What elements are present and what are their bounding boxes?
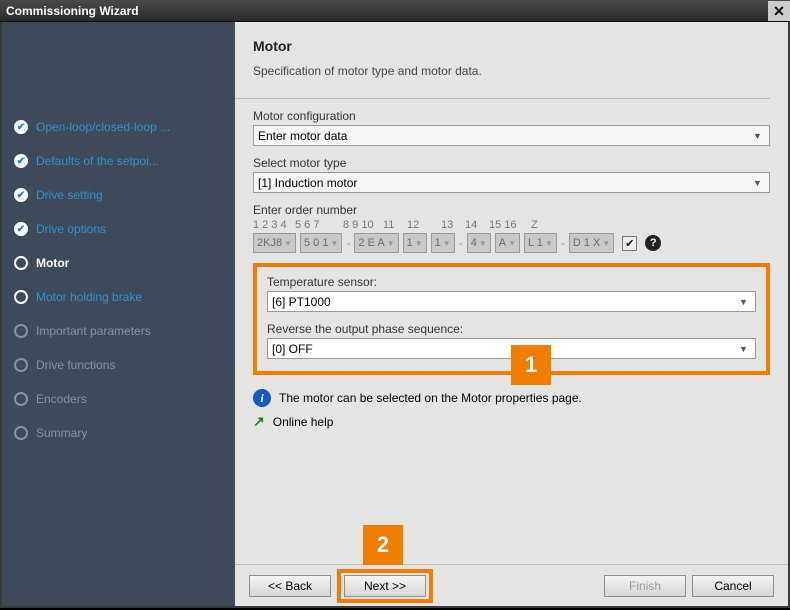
order-header-10 (521, 219, 527, 231)
order-headers: 1 2 3 4 5 6 7 8 9 10 11 12 13 14 15 16 Z (253, 219, 770, 231)
sidebar-step-label: Open-loop/closed-loop ... (36, 120, 170, 134)
temp-sensor-select[interactable]: [6] PT1000 ▼ (267, 291, 756, 312)
motor-type-select[interactable]: [1] Induction motor ▼ (253, 172, 770, 193)
circle-icon (14, 392, 28, 406)
order-header-0: 1 2 3 4 (253, 219, 291, 231)
motor-type-label: Select motor type (253, 156, 770, 170)
next-button[interactable]: Next >> (344, 575, 426, 597)
order-header-3: 8 9 10 (343, 219, 379, 231)
cancel-button[interactable]: Cancel (692, 575, 774, 597)
sidebar-step-label: Motor (36, 256, 69, 270)
order-header-7: 13 (441, 219, 461, 231)
finish-button: Finish (604, 575, 686, 597)
sidebar-step-label: Drive setting (36, 188, 103, 202)
sidebar-step-9: Summary (2, 416, 235, 450)
dash: - (346, 236, 350, 250)
circle-icon (14, 426, 28, 440)
motor-config-label: Motor configuration (253, 109, 770, 123)
check-icon: ✔ (14, 222, 28, 236)
motor-config-value: Enter motor data (258, 129, 347, 143)
highlight-box-2: 2 Next >> (337, 569, 433, 603)
order-header-1: 5 6 7 (295, 219, 329, 231)
sidebar-step-2[interactable]: ✔ Drive setting (2, 178, 235, 212)
sidebar-step-label: Defaults of the setpoi... (36, 154, 159, 168)
page-subtitle: Specification of motor type and motor da… (253, 64, 770, 78)
sidebar-step-label: Drive options (36, 222, 106, 236)
arrow-icon: ↗ (253, 413, 265, 430)
reverse-value: [0] OFF (272, 342, 313, 356)
order-number-row: 2KJ8▼5 0 1▼-2 E A▼1▼1▼-4▼A▼L 1▼-D 1 X▼✔? (253, 233, 770, 253)
sidebar-step-label: Summary (36, 426, 87, 440)
sidebar-step-6: Important parameters (2, 314, 235, 348)
order-cell-9[interactable]: L 1▼ (524, 233, 557, 253)
titlebar: Commissioning Wizard ✕ (0, 0, 790, 22)
info-icon: i (253, 389, 271, 407)
divider (235, 98, 770, 99)
info-row: i The motor can be selected on the Motor… (253, 389, 770, 407)
order-header-6 (431, 219, 437, 231)
online-help-link[interactable]: ↗ Online help (253, 413, 770, 430)
sidebar: ✔ Open-loop/closed-loop ... ✔ Defaults of t… (2, 22, 235, 606)
dash: - (459, 236, 463, 250)
sidebar-step-label: Drive functions (36, 358, 115, 372)
motor-type-value: [1] Induction motor (258, 176, 357, 190)
order-header-5: 12 (407, 219, 427, 231)
check-icon: ✔ (14, 120, 28, 134)
chevron-down-icon: ▼ (736, 344, 751, 354)
wizard-body: ✔ Open-loop/closed-loop ... ✔ Defaults of t… (0, 22, 790, 608)
chevron-down-icon: ▼ (750, 131, 765, 141)
circle-icon (14, 324, 28, 338)
order-header-2 (333, 219, 339, 231)
motor-config-select[interactable]: Enter motor data ▼ (253, 125, 770, 146)
order-cell-5[interactable]: 1▼ (431, 233, 455, 253)
back-button[interactable]: << Back (249, 575, 331, 597)
sidebar-step-3[interactable]: ✔ Drive options (2, 212, 235, 246)
circle-icon (14, 358, 28, 372)
order-cell-11[interactable]: D 1 X▼ (569, 233, 614, 253)
info-text: The motor can be selected on the Motor p… (279, 391, 582, 405)
order-header-8: 14 (465, 219, 485, 231)
chevron-down-icon: ▼ (736, 297, 751, 307)
sidebar-step-label: Encoders (36, 392, 87, 406)
main-panel: Motor Specification of motor type and mo… (235, 22, 788, 606)
sidebar-step-label: Important parameters (36, 324, 151, 338)
window-title: Commissioning Wizard (6, 4, 139, 18)
order-confirm-checkbox[interactable]: ✔ (622, 236, 637, 251)
temp-sensor-value: [6] PT1000 (272, 295, 331, 309)
page-title: Motor (253, 38, 770, 54)
button-bar: << Back 2 Next >> Finish Cancel (235, 564, 788, 606)
reverse-label: Reverse the output phase sequence: (267, 322, 756, 336)
order-cell-3[interactable]: 2 E A▼ (354, 233, 398, 253)
sidebar-step-1[interactable]: ✔ Defaults of the setpoi... (2, 144, 235, 178)
order-cell-0[interactable]: 2KJ8▼ (253, 233, 296, 253)
temp-sensor-label: Temperature sensor: (267, 275, 756, 289)
sidebar-step-0[interactable]: ✔ Open-loop/closed-loop ... (2, 110, 235, 144)
dash: - (561, 236, 565, 250)
order-cell-4[interactable]: 1▼ (403, 233, 427, 253)
order-header-11: Z (531, 219, 569, 231)
close-button[interactable]: ✕ (768, 1, 790, 21)
callout-2: 2 (363, 525, 403, 565)
online-help-label: Online help (273, 415, 334, 429)
order-number-label: Enter order number (253, 203, 770, 217)
step-list: ✔ Open-loop/closed-loop ... ✔ Defaults of t… (2, 40, 235, 450)
order-cell-7[interactable]: 4▼ (467, 233, 491, 253)
check-icon: ✔ (14, 188, 28, 202)
callout-1: 1 (511, 345, 551, 385)
circle-icon (14, 290, 28, 304)
check-icon: ✔ (14, 154, 28, 168)
order-header-9: 15 16 (489, 219, 517, 231)
order-cell-1[interactable]: 5 0 1▼ (300, 233, 342, 253)
sidebar-step-7: Drive functions (2, 348, 235, 382)
order-header-4: 11 (383, 219, 403, 231)
sidebar-step-label: Motor holding brake (36, 290, 142, 304)
order-cell-8[interactable]: A▼ (495, 233, 520, 253)
sidebar-step-4[interactable]: Motor (2, 246, 235, 280)
chevron-down-icon: ▼ (750, 178, 765, 188)
sidebar-step-8: Encoders (2, 382, 235, 416)
sidebar-step-5[interactable]: Motor holding brake (2, 280, 235, 314)
circle-icon (14, 256, 28, 270)
help-icon[interactable]: ? (645, 235, 661, 251)
